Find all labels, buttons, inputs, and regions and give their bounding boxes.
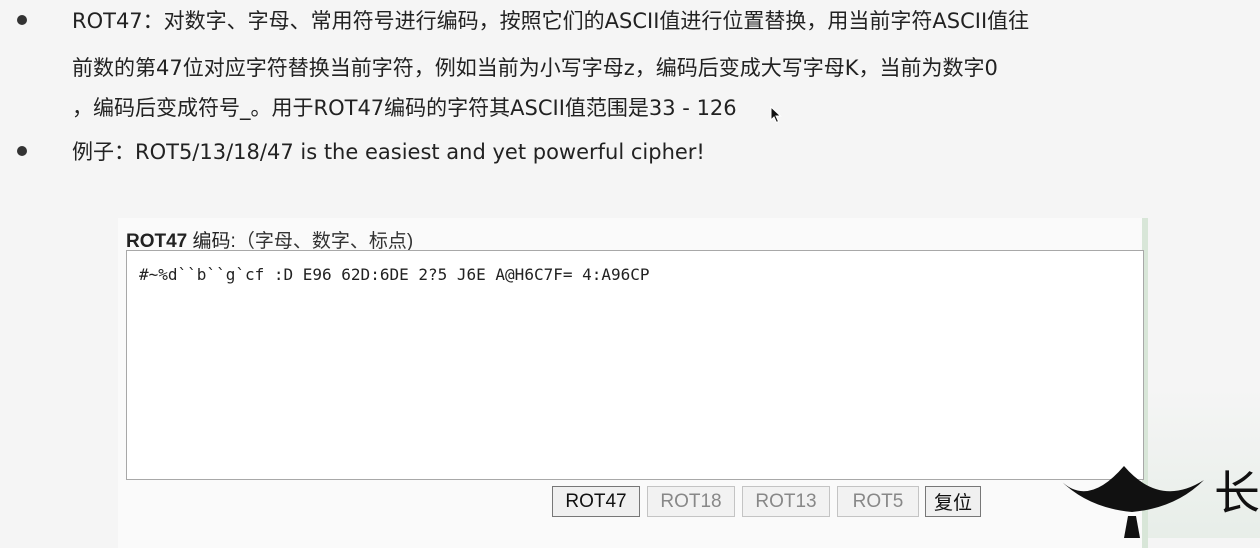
panel-title: ROT47 编码:（字母、数字、标点) <box>126 226 413 253</box>
encoded-textarea[interactable]: #~%d``b``g`cf :D E96 62D:6DE 2?5 J6E A@H… <box>126 250 1144 480</box>
bullet-dot-icon <box>17 146 27 156</box>
bullet-dot-icon <box>17 15 27 25</box>
reset-button[interactable]: 复位 <box>925 486 981 517</box>
roof-logo-icon <box>1060 466 1204 538</box>
mouse-pointer-icon <box>770 106 782 124</box>
rot47-button[interactable]: ROT47 <box>552 486 640 517</box>
description-line-1: ROT47：对数字、字母、常用符号进行编码，按照它们的ASCII值进行位置替换，… <box>72 9 1030 33</box>
panel-title-label: 编码: <box>187 231 236 252</box>
rot13-button[interactable]: ROT13 <box>742 486 830 517</box>
example-line: 例子：ROT5/13/18/47 is the easiest and yet … <box>72 140 705 164</box>
rot5-button[interactable]: ROT5 <box>837 486 919 517</box>
logo-character: 长 <box>1214 466 1260 520</box>
description-line-3: ，编码后变成符号_。用于ROT47编码的字符其ASCII值范围是33 - 126 <box>72 96 737 120</box>
rot47-tool-panel: ROT47 编码:（字母、数字、标点) #~%d``b``g`cf :D E96… <box>118 218 1148 548</box>
panel-title-bold: ROT47 <box>126 231 188 252</box>
panel-title-hint: （字母、数字、标点) <box>235 231 414 252</box>
description-line-2: 前数的第47位对应字符替换当前字符，例如当前为小写字母z，编码后变成大写字母K，… <box>72 56 998 80</box>
rot18-button[interactable]: ROT18 <box>647 486 735 517</box>
